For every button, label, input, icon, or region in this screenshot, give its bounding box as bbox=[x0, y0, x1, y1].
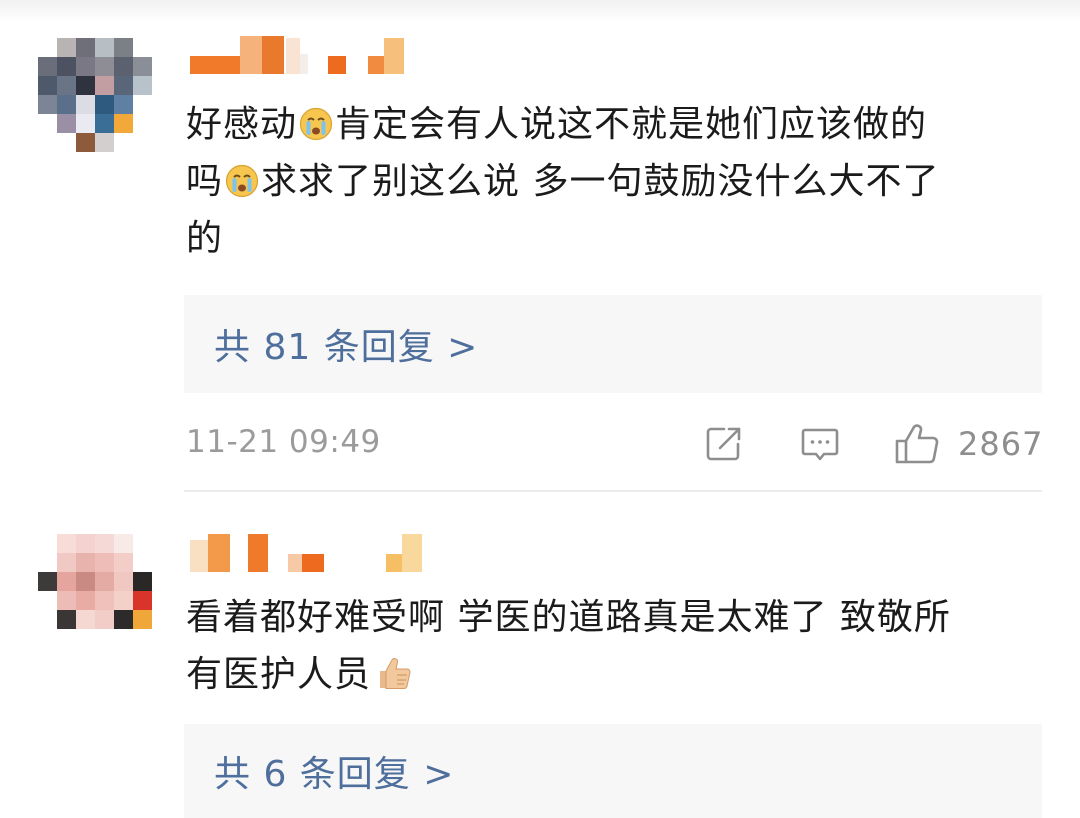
comment-text: 看着都好难受啊 学医的道路真是太难了 致敬所 有医护人员 bbox=[186, 589, 1046, 703]
like-button[interactable]: 2867 bbox=[894, 424, 1043, 464]
crying-face-icon bbox=[299, 107, 333, 141]
replies-panel[interactable]: 共 81 条回复 > bbox=[184, 295, 1042, 393]
comment-feed: 好感动 肯定会有人说这不就是她们应该做的 吗求求了别这么说 多一句鼓励没什么大不了… bbox=[0, 0, 1080, 818]
comment-item: 看着都好难受啊 学医的道路真是太难了 致敬所 有医护人员 共 6 条回复 > bbox=[0, 494, 1080, 818]
crying-face-icon bbox=[225, 164, 259, 198]
username[interactable] bbox=[190, 36, 430, 76]
username[interactable] bbox=[190, 534, 430, 574]
avatar[interactable] bbox=[38, 38, 152, 152]
replies-panel[interactable]: 共 6 条回复 > bbox=[184, 724, 1042, 818]
comment-item: 好感动 肯定会有人说这不就是她们应该做的 吗求求了别这么说 多一句鼓励没什么大不了… bbox=[0, 0, 1080, 494]
comment-text-line: 有医护人员 bbox=[186, 646, 1046, 703]
like-count: 2867 bbox=[958, 425, 1044, 463]
thumbs-up-icon bbox=[380, 658, 411, 690]
comment-text-line: 的 bbox=[186, 218, 224, 259]
comment-text: 好感动 肯定会有人说这不就是她们应该做的 吗求求了别这么说 多一句鼓励没什么大不了… bbox=[186, 96, 1046, 267]
comment-text-line: 吗求求了别这么说 多一句鼓励没什么大不了 bbox=[186, 161, 940, 202]
like-icon[interactable] bbox=[894, 423, 940, 465]
comment-meta-row: 11-21 09:49 2867 bbox=[186, 424, 1044, 464]
comment-text-line: 好感动 肯定会有人说这不就是她们应该做的 bbox=[186, 104, 928, 145]
comment-icon[interactable] bbox=[800, 424, 840, 464]
divider bbox=[184, 490, 1042, 492]
share-icon[interactable] bbox=[704, 424, 744, 464]
avatar[interactable] bbox=[38, 534, 152, 648]
view-replies-link[interactable]: 共 81 条回复 > bbox=[214, 318, 478, 370]
view-replies-link[interactable]: 共 6 条回复 > bbox=[214, 745, 454, 797]
comment-text-line: 看着都好难受啊 学医的道路真是太难了 致敬所 bbox=[186, 597, 951, 638]
timestamp: 11-21 09:49 bbox=[186, 424, 381, 460]
